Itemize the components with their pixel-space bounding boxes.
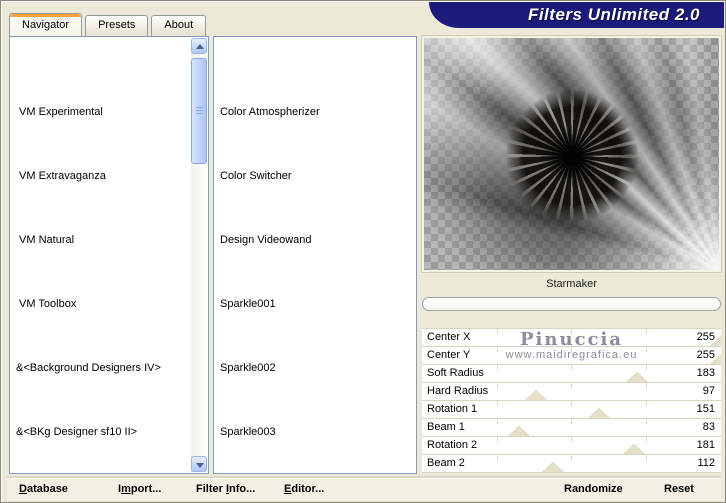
slider-handle-icon[interactable] [709, 337, 721, 346]
category-list-item[interactable]: VM Extravaganza [14, 168, 190, 184]
parameter-value: 112 [697, 457, 715, 469]
slider-handle-icon[interactable] [587, 409, 612, 418]
filter-info-button[interactable]: Filter Info... [196, 483, 255, 495]
slider-handle-icon[interactable] [523, 391, 548, 400]
scrollbar-grip-icon [196, 107, 202, 115]
parameter-label: Beam 1 [427, 421, 465, 433]
scroll-up-button[interactable] [191, 38, 207, 54]
category-list-item[interactable]: &<BKg Designer sf10 II> [14, 424, 190, 440]
tab-presets[interactable]: Presets [85, 15, 149, 36]
starburst [506, 90, 639, 223]
parameter-slider[interactable]: Rotation 1 151 [422, 401, 721, 418]
parameter-sliders: Center X 255 Center Y 255 Soft Radius 18… [422, 328, 721, 473]
category-list-item[interactable]: VM Natural [14, 232, 190, 248]
filter-list-item[interactable]: Sparkle001 [218, 296, 416, 312]
parameter-slider[interactable]: Soft Radius 183 [422, 365, 721, 382]
filters-unlimited-dialog: Filters Unlimited 2.0 Navigator Presets … [0, 0, 726, 503]
filter-list-item[interactable]: Sparkle003 [218, 424, 416, 440]
tab-bar: Navigator Presets About [9, 13, 209, 36]
chevron-down-icon [196, 463, 204, 468]
parameter-slider[interactable]: Center X 255 [422, 329, 721, 346]
filter-list-item[interactable]: Color Switcher [218, 168, 416, 184]
progress-bar [422, 297, 721, 311]
category-scrollbar[interactable] [191, 38, 207, 472]
filter-list-item[interactable]: Sparkle002 [218, 360, 416, 376]
tab-about[interactable]: About [151, 15, 207, 36]
parameter-label: Rotation 2 [427, 439, 478, 451]
parameter-value: 183 [696, 367, 715, 379]
slider-handle-icon[interactable] [622, 445, 647, 454]
scroll-down-button[interactable] [191, 456, 207, 472]
database-button[interactable]: Database [19, 483, 68, 495]
slider-handle-icon[interactable] [541, 463, 566, 472]
preview-image[interactable] [422, 36, 721, 272]
chevron-up-icon [196, 44, 204, 49]
slider-handle-icon[interactable] [709, 355, 721, 364]
category-list-item[interactable]: &<Background Designers IV> [14, 360, 190, 376]
parameter-value: 83 [702, 421, 715, 433]
reset-button[interactable]: Reset [664, 483, 694, 495]
category-list-item[interactable]: VM Toolbox [14, 296, 190, 312]
parameter-slider[interactable]: Beam 1 83 [422, 419, 721, 436]
parameter-value: 151 [696, 403, 715, 415]
parameter-slider[interactable]: Hard Radius 97 [422, 383, 721, 400]
parameter-label: Center X [427, 331, 471, 343]
app-title: Filters Unlimited 2.0 [527, 5, 700, 24]
parameter-label: Beam 2 [427, 457, 465, 469]
slider-handle-icon[interactable] [624, 373, 649, 382]
parameter-label: Soft Radius [427, 367, 484, 379]
tab-navigator[interactable]: Navigator [9, 13, 83, 36]
category-listbox: VM Experimental VM Extravaganza VM Natur… [9, 36, 209, 474]
scrollbar-thumb[interactable] [191, 58, 207, 164]
import-button[interactable]: Import... [118, 483, 161, 495]
parameter-value: 181 [696, 439, 715, 451]
filter-list: Color Atmospherizer Color Switcher Desig… [214, 37, 416, 473]
footer-bar: Database Import... Filter Info... Editor… [7, 478, 721, 501]
editor-button[interactable]: Editor... [284, 483, 324, 495]
parameter-label: Rotation 1 [427, 403, 478, 415]
filter-caption: Starmaker [546, 278, 597, 290]
filter-list-item[interactable]: Color Atmospherizer [218, 104, 416, 120]
slider-handle-icon[interactable] [507, 427, 532, 436]
filter-listbox: Color Atmospherizer Color Switcher Desig… [213, 36, 417, 474]
randomize-button[interactable]: Randomize [564, 483, 623, 495]
parameter-slider[interactable]: Rotation 2 181 [422, 437, 721, 454]
filter-list-item[interactable]: Design Videowand [218, 232, 416, 248]
parameter-label: Center Y [427, 349, 471, 361]
preview-panel: Starmaker Center X 255 Center Y 255 Soft… [422, 36, 721, 474]
parameter-label: Hard Radius [427, 385, 489, 397]
category-list: VM Experimental VM Extravaganza VM Natur… [10, 37, 208, 473]
parameter-value: 97 [702, 385, 715, 397]
title-banner: Filters Unlimited 2.0 [429, 2, 724, 28]
category-list-item[interactable]: VM Experimental [14, 104, 190, 120]
parameter-slider[interactable]: Beam 2 112 [422, 455, 721, 472]
parameter-slider[interactable]: Center Y 255 [422, 347, 721, 364]
